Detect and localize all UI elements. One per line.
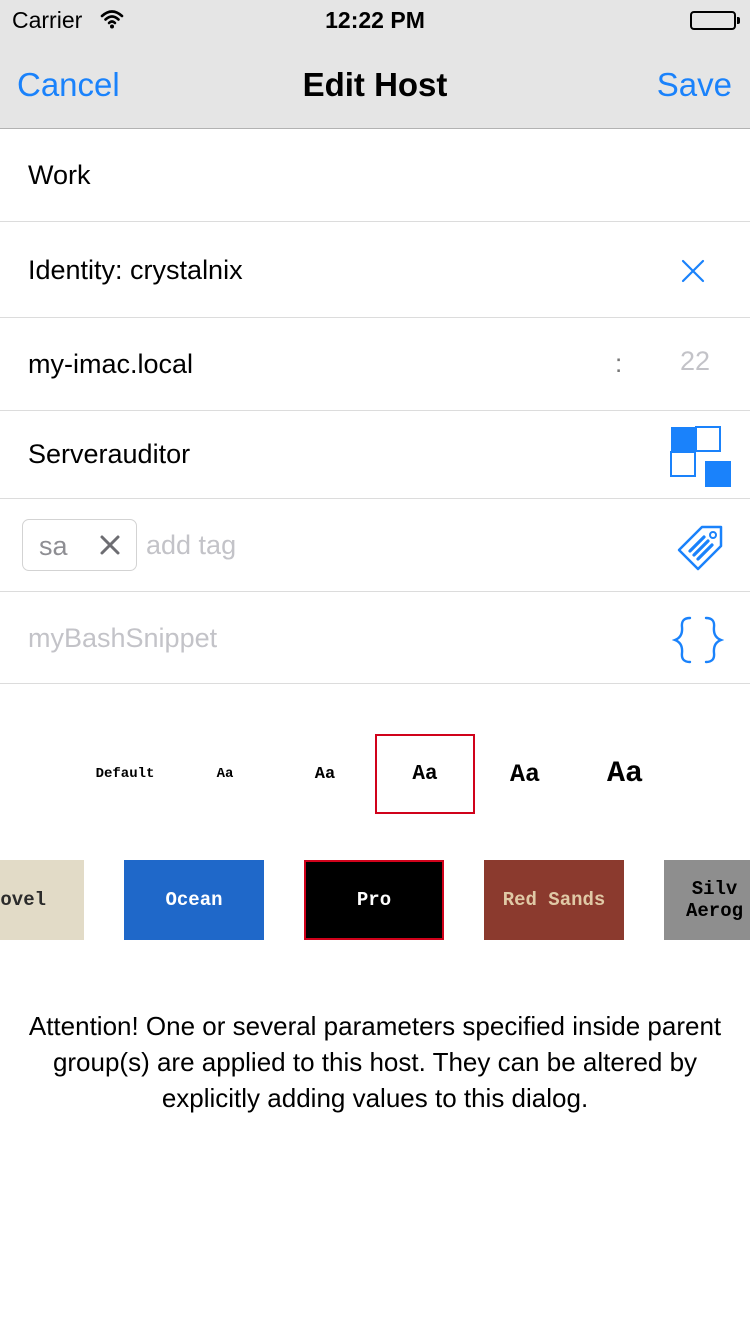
font-size-option-default[interactable]: Default <box>75 734 175 814</box>
navigation-bar: Cancel Edit Host Save <box>0 40 750 129</box>
port-separator: : <box>615 348 623 378</box>
identity-field[interactable]: Identity: crystalnix <box>28 255 243 286</box>
font-size-selector: Default Aa Aa Aa Aa Aa <box>0 734 750 814</box>
alias-row[interactable]: Work <box>0 129 750 222</box>
hostname-row[interactable]: my-imac.local : 22 <box>0 318 750 411</box>
clear-identity-icon[interactable] <box>678 256 708 286</box>
battery-icon <box>690 11 740 30</box>
hostname-field[interactable]: my-imac.local <box>28 349 193 380</box>
theme-option-ocean[interactable]: Ocean <box>124 860 264 940</box>
attention-notice: Attention! One or several parameters spe… <box>28 1011 722 1113</box>
tag-chip[interactable]: sa <box>22 519 137 571</box>
snippet-row[interactable]: myBashSnippet <box>0 592 750 684</box>
theme-selector[interactable]: ovel Ocean Pro Red Sands Silv Aerog <box>0 860 750 940</box>
alias-field[interactable]: Work <box>28 160 91 191</box>
snippet-field[interactable]: myBashSnippet <box>28 623 217 654</box>
font-size-option-1[interactable]: Aa <box>175 734 275 814</box>
font-size-option-5[interactable]: Aa <box>575 734 675 814</box>
snippet-braces-icon[interactable] <box>671 616 725 664</box>
theme-option-silver-aerogel[interactable]: Silv Aerog <box>664 860 750 940</box>
cancel-button[interactable]: Cancel <box>17 66 120 104</box>
theme-option-novel[interactable]: ovel <box>0 860 84 940</box>
group-row[interactable]: Serverauditor <box>0 411 750 499</box>
theme-option-red-sands[interactable]: Red Sands <box>484 860 624 940</box>
group-field[interactable]: Serverauditor <box>28 439 190 470</box>
tag-chip-label: sa <box>39 531 68 561</box>
status-bar: Carrier 12:22 PM <box>0 0 750 40</box>
identity-row[interactable]: Identity: crystalnix <box>0 222 750 318</box>
theme-option-pro[interactable]: Pro <box>304 860 444 940</box>
font-size-option-2[interactable]: Aa <box>275 734 375 814</box>
save-button[interactable]: Save <box>657 66 732 104</box>
add-tag-input[interactable]: add tag <box>146 530 236 561</box>
font-size-option-4[interactable]: Aa <box>475 734 575 814</box>
port-field[interactable]: 22 <box>660 346 730 377</box>
font-size-option-3[interactable]: Aa <box>375 734 475 814</box>
tags-row: sa add tag <box>0 499 750 592</box>
remove-tag-icon[interactable] <box>98 533 122 557</box>
tag-icon[interactable] <box>676 523 726 573</box>
group-icon[interactable] <box>670 426 732 488</box>
status-time: 12:22 PM <box>325 7 425 33</box>
